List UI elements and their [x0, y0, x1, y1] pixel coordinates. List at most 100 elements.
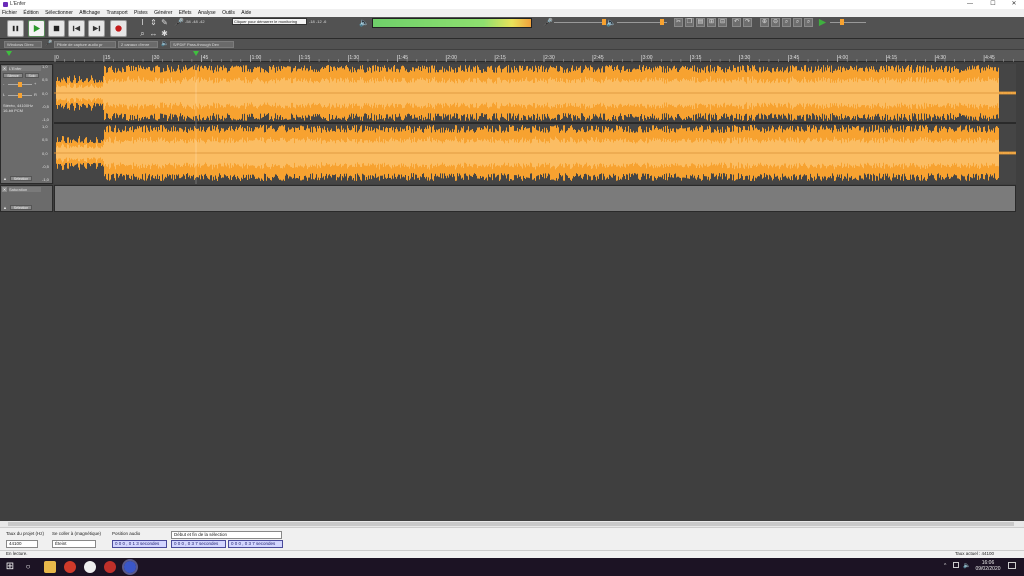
timeline-start-marker[interactable]	[6, 51, 12, 56]
ruler-label: 1:30	[349, 55, 359, 61]
project-rate-select[interactable]: 44100	[6, 540, 38, 548]
media-app-icon[interactable]	[104, 561, 116, 573]
menu-generate[interactable]: Générer	[154, 9, 172, 17]
label-track-close-button[interactable]: ✕	[2, 187, 7, 192]
selection-tool-icon[interactable]: I	[138, 18, 147, 27]
scale-top-2: 0,5	[42, 77, 48, 82]
undo-icon[interactable]: ↶	[732, 18, 741, 27]
track-close-button[interactable]: ✕	[2, 66, 7, 71]
selection-end-value: 0 0 0 , 0 3 7	[231, 541, 255, 546]
playhead-marker[interactable]	[193, 51, 199, 56]
multi-tool-icon[interactable]: ✱	[160, 29, 169, 38]
timeshift-tool-icon[interactable]: ↔	[149, 29, 158, 38]
label-collapse-arrow-icon[interactable]: ▲	[3, 205, 7, 210]
vertical-scrollbar[interactable]	[1016, 64, 1024, 521]
menu-select[interactable]: Sélectionner	[45, 9, 73, 17]
menu-file[interactable]: Fichier	[2, 9, 17, 17]
paste-icon[interactable]: ▤	[696, 18, 705, 27]
audacity-taskbar-icon[interactable]	[122, 559, 138, 575]
close-button[interactable]: ✕	[1006, 0, 1022, 9]
opera-icon[interactable]	[64, 561, 76, 573]
collapse-arrow-icon[interactable]: ▲	[3, 176, 7, 181]
stop-button[interactable]	[48, 20, 65, 37]
menu-view[interactable]: Affichage	[79, 9, 100, 17]
record-channels-select[interactable]: 2 canaux d'enre	[118, 41, 158, 48]
playback-meter[interactable]	[372, 18, 532, 28]
ruler-label: 3:00	[643, 55, 653, 61]
pan-slider-thumb[interactable]	[18, 93, 22, 98]
play-speed-slider[interactable]	[830, 22, 866, 23]
menu-analyze[interactable]: Analyse	[198, 9, 216, 17]
window-title: L'Enfer	[10, 1, 26, 7]
record-volume-slider[interactable]	[554, 22, 604, 23]
label-track-name-menu[interactable]: Saturation	[9, 187, 41, 192]
playback-volume-thumb[interactable]	[660, 19, 664, 25]
notification-icon[interactable]	[1008, 562, 1016, 569]
draw-tool-icon[interactable]: ✎	[160, 18, 169, 27]
menu-tools[interactable]: Outils	[222, 9, 235, 17]
playback-device-select[interactable]: S/PDIF Pass-through Dev	[170, 41, 234, 48]
trim-icon[interactable]: ⊞	[707, 18, 716, 27]
network-icon[interactable]	[953, 562, 959, 568]
zoom-in-icon[interactable]: ⊕	[760, 18, 769, 27]
zoom-out-icon[interactable]: ⊖	[771, 18, 780, 27]
selection-range-select[interactable]: Début et fin de la sélection	[171, 531, 282, 539]
skip-start-button[interactable]	[68, 20, 85, 37]
play-at-speed-button[interactable]	[818, 18, 827, 27]
maximize-button[interactable]: ☐	[985, 0, 1001, 9]
menu-help[interactable]: Aide	[241, 9, 251, 17]
track-select-button[interactable]: Sélection	[10, 176, 32, 181]
gain-slider-thumb[interactable]	[18, 82, 22, 87]
pause-button[interactable]	[7, 20, 24, 37]
start-icon[interactable]: ⊞	[4, 561, 16, 573]
play-speed-thumb[interactable]	[840, 19, 844, 25]
selection-end-field[interactable]: 0 0 0 , 0 3 7 secondes	[228, 540, 283, 548]
skip-end-button[interactable]	[88, 20, 105, 37]
selection-start-unit: secondes	[199, 541, 219, 546]
speaker-icon[interactable]: 🔈	[359, 18, 369, 27]
zoom-toggle-icon[interactable]: ⌕	[804, 18, 813, 27]
audio-position-unit: secondes	[140, 541, 160, 546]
label-track-area[interactable]	[54, 185, 1016, 212]
pan-right-label: R	[34, 92, 37, 97]
label-track-select-button[interactable]: Sélection	[10, 205, 32, 210]
record-meter[interactable]: Cliquer pour démarrer le monitoring	[232, 18, 307, 25]
file-explorer-icon[interactable]	[44, 561, 56, 573]
fit-project-icon[interactable]: ⌕	[793, 18, 802, 27]
menu-effects[interactable]: Effets	[179, 9, 192, 17]
mute-button[interactable]: Silence	[3, 73, 23, 78]
skull-app-icon[interactable]	[84, 561, 96, 573]
record-device-select[interactable]: Pilote de capture audio pr	[54, 41, 116, 48]
menu-transport[interactable]: Transport	[106, 9, 127, 17]
minimize-button[interactable]: —	[962, 0, 978, 9]
play-button[interactable]	[28, 20, 45, 37]
audio-host-select[interactable]: Windows Direc	[4, 41, 42, 48]
microphone-icon[interactable]: 🎤	[174, 18, 184, 27]
horizontal-scrollbar-thumb[interactable]	[8, 522, 1014, 526]
track-name-menu[interactable]: L'Enfer	[9, 66, 41, 71]
copy-icon[interactable]: ❐	[685, 18, 694, 27]
snap-to-select[interactable]: Éteint	[52, 540, 96, 548]
taskbar-date[interactable]: 09/02/2020	[974, 566, 1002, 572]
redo-icon[interactable]: ↷	[743, 18, 752, 27]
zoom-tool-icon[interactable]: ⌕	[138, 29, 147, 38]
fit-selection-icon[interactable]: ⌕	[782, 18, 791, 27]
record-meter-scale-right: -18 -12 -6	[309, 19, 327, 24]
selection-start-field[interactable]: 0 0 0 , 0 3 7 secondes	[171, 540, 226, 548]
title-bar	[0, 0, 1024, 9]
audio-position-field[interactable]: 0 0 0 , 0 1 3 secondes	[112, 540, 167, 548]
scale-bottom-4: -0,5	[42, 164, 49, 169]
silence-icon[interactable]: ⊟	[718, 18, 727, 27]
cut-icon[interactable]: ✂	[674, 18, 683, 27]
tray-arrow-icon[interactable]: ^	[944, 563, 946, 569]
ruler-label: 0	[56, 55, 59, 61]
timeline-ruler-ticks: 0 15 30 45 1:00 1:15 1:30 1:45 2:00 2:15 2:30 2:45 3…	[6, 51, 1014, 62]
envelope-tool-icon[interactable]: ⇕	[149, 18, 158, 27]
search-icon[interactable]: ○	[22, 561, 34, 573]
menu-edit[interactable]: Édition	[23, 9, 38, 17]
ruler-label: 4:00	[838, 55, 848, 61]
volume-icon[interactable]: 🔈	[963, 562, 970, 569]
solo-button[interactable]: Solo	[25, 73, 39, 78]
menu-tracks[interactable]: Pistes	[134, 9, 148, 17]
record-button[interactable]	[110, 20, 127, 37]
